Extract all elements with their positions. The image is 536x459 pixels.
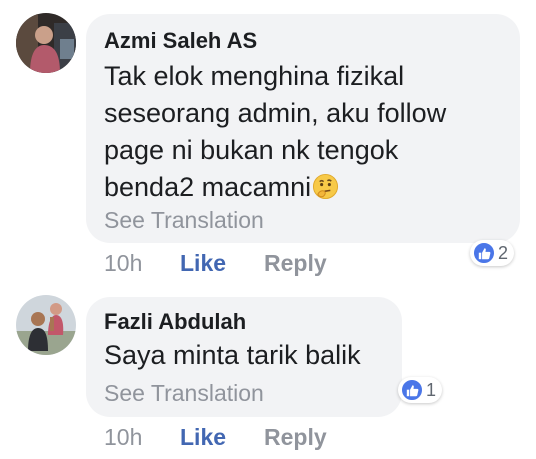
- comment-text-line: Saya minta tarik balik: [104, 340, 361, 370]
- comment-actions: 10h Like Reply: [104, 422, 327, 452]
- timestamp[interactable]: 10h: [104, 424, 180, 451]
- reaction-count-badge[interactable]: 1: [398, 377, 443, 403]
- avatar[interactable]: [16, 295, 76, 355]
- comment-text: Saya minta tarik balik: [104, 337, 361, 374]
- comment-author[interactable]: Fazli Abdulah: [104, 309, 246, 335]
- reply-button[interactable]: Reply: [264, 424, 327, 451]
- comment-bubble: Fazli Abdulah Saya minta tarik balik See…: [86, 297, 402, 417]
- reaction-count: 1: [426, 379, 437, 400]
- see-translation-link[interactable]: See Translation: [104, 380, 264, 407]
- comment-fazli: Fazli Abdulah Saya minta tarik balik See…: [0, 0, 536, 459]
- like-button[interactable]: Like: [180, 424, 264, 451]
- like-icon: [401, 379, 423, 401]
